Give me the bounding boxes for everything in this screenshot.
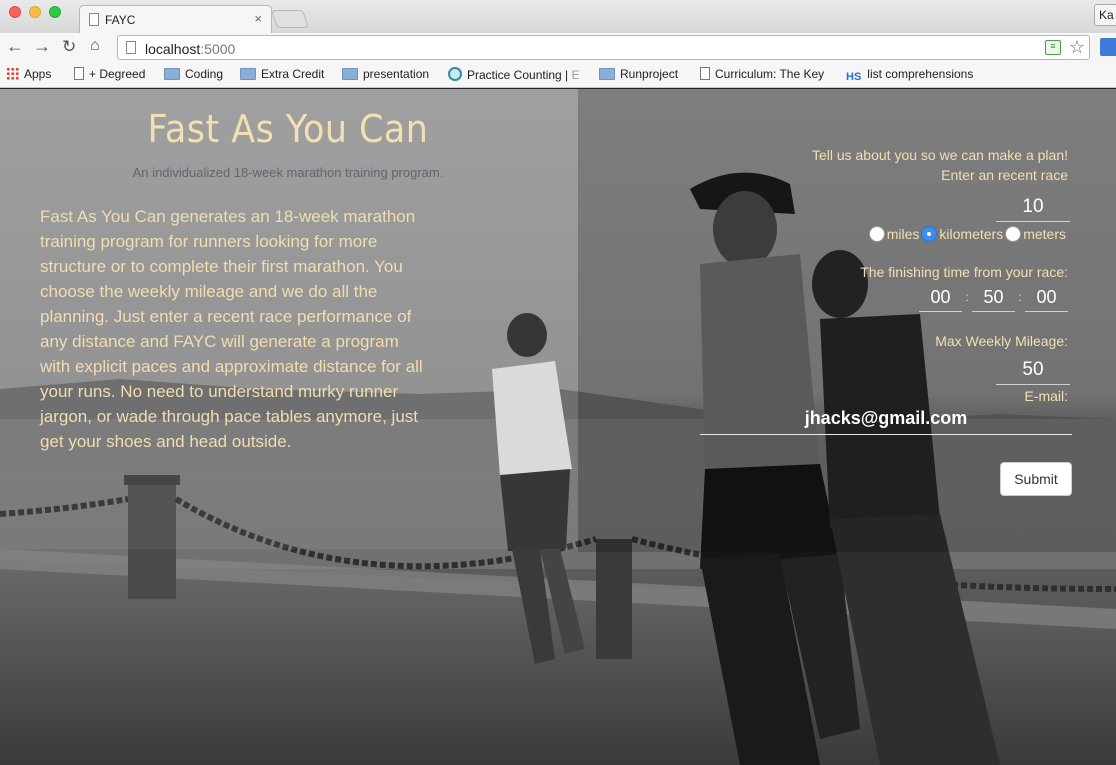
folder-icon xyxy=(164,68,180,80)
bookmark-curriculum[interactable]: Curriculum: The Key xyxy=(700,67,824,81)
forward-arrow-icon[interactable]: → xyxy=(33,36,51,57)
folder-icon xyxy=(240,68,256,80)
kilometers-label: kilometers xyxy=(939,226,1004,242)
finish-time-row: : : xyxy=(919,284,1068,312)
miles-radio[interactable] xyxy=(868,226,885,242)
page-icon xyxy=(126,41,136,54)
extension-icon[interactable] xyxy=(1100,38,1116,56)
home-icon[interactable]: ⌂ xyxy=(90,37,100,55)
distance-unit-group: miles kilometers meters xyxy=(868,226,1068,242)
maximize-window-button[interactable] xyxy=(49,6,61,18)
hours-input[interactable] xyxy=(919,284,962,312)
minutes-input[interactable] xyxy=(972,284,1015,312)
finish-time-label: The finishing time from your race: xyxy=(860,264,1068,280)
page-subtitle: An individualized 18-week marathon train… xyxy=(132,165,444,180)
form-intro: Tell us about you so we can make a plan! xyxy=(811,147,1068,163)
apps-grid-icon xyxy=(6,67,19,80)
bookmark-runproject[interactable]: Runproject xyxy=(599,67,678,81)
url-text[interactable]: localhost:5000 xyxy=(145,41,235,57)
globe-icon xyxy=(448,67,462,81)
bookmark-practice-counting[interactable]: Practice Counting | E xyxy=(448,67,580,82)
folder-icon xyxy=(342,68,358,80)
minimize-window-button[interactable] xyxy=(29,6,41,18)
bookmark-list-comprehensions[interactable]: HS list comprehensions xyxy=(846,67,973,83)
kilometers-radio[interactable] xyxy=(921,226,938,242)
tab-title: FAYC xyxy=(105,13,136,27)
browser-titlebar: FAYC × Ka xyxy=(0,0,1116,33)
bookmark-coding[interactable]: Coding xyxy=(164,67,223,81)
page-viewport: Fast As You Can An individualized 18-wee… xyxy=(0,89,1116,765)
submit-button[interactable]: Submit xyxy=(1000,462,1072,496)
page-title: Fast As You Can xyxy=(147,107,429,151)
race-label: Enter an recent race xyxy=(941,167,1068,183)
new-tab-button[interactable] xyxy=(271,10,309,28)
race-distance-input[interactable] xyxy=(996,192,1070,222)
time-separator: : xyxy=(1018,290,1022,304)
max-mileage-input[interactable] xyxy=(996,355,1070,385)
program-description: Fast As You Can generates an 18-week mar… xyxy=(40,207,423,451)
max-mileage-label: Max Weekly Mileage: xyxy=(935,333,1068,349)
bookmark-presentation[interactable]: presentation xyxy=(342,67,429,81)
tab-fayc[interactable]: FAYC × xyxy=(79,5,272,33)
address-bar[interactable]: localhost:5000 ≡ ☆ xyxy=(117,35,1090,60)
profile-button[interactable]: Ka xyxy=(1094,4,1116,26)
hs-icon: HS xyxy=(846,71,862,83)
close-window-button[interactable] xyxy=(9,6,21,18)
feed-icon[interactable]: ≡ xyxy=(1045,40,1061,55)
time-separator: : xyxy=(965,290,969,304)
bookmark-apps[interactable]: Apps xyxy=(6,67,51,81)
bookmark-star-icon[interactable]: ☆ xyxy=(1069,37,1085,58)
bookmark-degreed[interactable]: + Degreed xyxy=(74,67,145,81)
page-icon xyxy=(74,67,84,80)
tab-close-icon[interactable]: × xyxy=(254,11,262,26)
page-icon xyxy=(89,13,99,26)
bookmarks-bar: Apps + Degreed Coding Extra Credit prese… xyxy=(0,63,1116,88)
meters-radio[interactable] xyxy=(1005,226,1022,242)
miles-label: miles xyxy=(886,226,920,242)
email-field[interactable] xyxy=(700,402,1072,435)
browser-toolbar: ← → ↻ ⌂ localhost:5000 ≡ ☆ xyxy=(0,33,1116,63)
bookmark-extra-credit[interactable]: Extra Credit xyxy=(240,67,324,81)
back-arrow-icon[interactable]: ← xyxy=(6,36,24,57)
page-icon xyxy=(700,67,710,80)
folder-icon xyxy=(599,68,615,80)
reload-icon[interactable]: ↻ xyxy=(62,37,76,57)
seconds-input[interactable] xyxy=(1025,284,1068,312)
meters-label: meters xyxy=(1023,226,1066,242)
